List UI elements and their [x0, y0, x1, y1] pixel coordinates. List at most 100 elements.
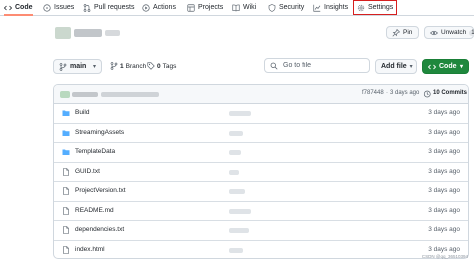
- unwatch-button[interactable]: Unwatch 1: [424, 26, 474, 39]
- pin-label: Pin: [403, 29, 413, 36]
- file-commit-message[interactable]: [229, 208, 251, 214]
- play-circle-icon: [142, 3, 150, 12]
- file-name-link[interactable]: ProjectVersion.txt: [75, 187, 126, 194]
- file-row[interactable]: StreamingAssets 3 days ago: [54, 124, 468, 143]
- file-icon: [62, 226, 70, 234]
- gear-icon: [357, 4, 365, 12]
- file-row[interactable]: README.md 3 days ago: [54, 202, 468, 221]
- code-icon: [4, 4, 12, 12]
- file-commit-date: 3 days ago: [428, 167, 460, 175]
- go-to-file-search[interactable]: [264, 58, 370, 73]
- folder-icon: [62, 129, 70, 137]
- chevron-down-icon: ▾: [459, 64, 463, 70]
- commit-dot: ·: [386, 90, 388, 96]
- tag-icon: [147, 62, 155, 70]
- file-name-link[interactable]: Build: [75, 109, 89, 116]
- chevron-down-icon: ▾: [92, 64, 96, 70]
- issue-icon: [43, 3, 51, 12]
- file-row[interactable]: ProjectVersion.txt 3 days ago: [54, 182, 468, 202]
- tab-security[interactable]: Security: [268, 0, 304, 15]
- file-name-link[interactable]: GUID.txt: [75, 168, 100, 175]
- graph-icon: [313, 4, 321, 12]
- git-branch-icon: [110, 62, 118, 70]
- book-icon: [232, 4, 240, 12]
- tab-wiki[interactable]: Wiki: [232, 0, 256, 15]
- file-commit-message[interactable]: [229, 247, 243, 253]
- tab-settings[interactable]: Settings: [352, 0, 398, 15]
- file-list: Build 3 days ago StreamingAssets 3 days ago…: [54, 104, 468, 259]
- repo-nav: Code Issues Pull requests Actions Projec…: [0, 0, 474, 16]
- tab-issues-label: Issues: [54, 4, 75, 11]
- file-commit-message[interactable]: [229, 228, 249, 233]
- file-row[interactable]: dependencies.txt 3 days ago: [54, 221, 468, 241]
- file-name-link[interactable]: TemplateData: [75, 148, 115, 155]
- file-commit-message[interactable]: [229, 169, 239, 175]
- branch-count: 1: [120, 62, 124, 70]
- file-commit-date: 3 days ago: [428, 128, 460, 136]
- tab-pull-requests[interactable]: Pull requests: [83, 0, 134, 15]
- file-name-link[interactable]: README.md: [75, 207, 114, 214]
- branches-link[interactable]: 1 Branch: [110, 62, 146, 70]
- go-to-file-input[interactable]: [283, 62, 363, 69]
- file-row[interactable]: TemplateData 3 days ago: [54, 143, 468, 163]
- eye-icon: [430, 29, 438, 37]
- file-commit-date: 3 days ago: [428, 148, 460, 155]
- file-commit-date: 3 days ago: [428, 245, 460, 253]
- commit-time: 3 days ago: [390, 90, 420, 96]
- code-button[interactable]: Code ▾: [422, 59, 469, 74]
- file-name-link[interactable]: dependencies.txt: [75, 226, 124, 233]
- code-button-label: Code: [439, 63, 457, 70]
- tab-insights-label: Insights: [324, 4, 349, 11]
- branch-selector[interactable]: main ▾: [53, 59, 102, 74]
- commit-hash[interactable]: f787448: [362, 90, 384, 96]
- tab-security-label: Security: [279, 4, 305, 11]
- add-file-button[interactable]: Add file ▾: [375, 59, 417, 74]
- chevron-down-icon: ▾: [409, 64, 413, 70]
- pin-icon: [392, 28, 400, 37]
- file-name-link[interactable]: StreamingAssets: [75, 129, 124, 136]
- latest-commit-header: f787448 · 3 days ago 10 Commits: [54, 85, 468, 104]
- pin-button[interactable]: Pin: [386, 26, 419, 39]
- tab-actions-label: Actions: [153, 4, 176, 11]
- file-name-link[interactable]: index.html: [75, 246, 105, 253]
- shield-icon: [268, 3, 276, 12]
- add-file-label: Add file: [381, 63, 407, 70]
- file-row[interactable]: index.html 3 days ago: [54, 241, 468, 259]
- file-commit-date: 3 days ago: [428, 187, 460, 194]
- commit-author-name: [72, 92, 98, 97]
- tab-projects-label: Projects: [198, 4, 224, 11]
- git-branch-icon: [59, 62, 67, 71]
- folder-icon: [62, 109, 70, 117]
- watermark: CSDN @qq_36510394: [421, 254, 468, 259]
- file-icon: [62, 245, 70, 254]
- commit-message[interactable]: [101, 92, 159, 97]
- file-commit-date: 3 days ago: [428, 109, 460, 116]
- history-icon: [423, 90, 431, 98]
- tags-link[interactable]: 0 Tags: [147, 62, 176, 70]
- file-icon: [62, 187, 70, 195]
- table-icon: [187, 3, 195, 12]
- commit-count[interactable]: 10 Commits: [433, 90, 467, 96]
- unwatch-label: Unwatch: [441, 29, 467, 36]
- folder-icon: [62, 148, 70, 156]
- file-row[interactable]: GUID.txt 3 days ago: [54, 163, 468, 182]
- search-icon: [270, 62, 278, 70]
- file-commit-date: 3 days ago: [428, 206, 460, 214]
- file-commit-message[interactable]: [229, 150, 241, 155]
- repo-name[interactable]: [74, 29, 102, 37]
- branch-name: main: [70, 63, 87, 70]
- file-commit-message[interactable]: [229, 189, 245, 194]
- file-icon: [62, 167, 70, 176]
- file-commit-message[interactable]: [229, 111, 251, 116]
- tab-code-label: Code: [15, 4, 33, 11]
- tab-actions[interactable]: Actions: [142, 0, 176, 15]
- file-row[interactable]: Build 3 days ago: [54, 104, 468, 124]
- tab-code[interactable]: Code: [4, 0, 33, 16]
- pull-request-icon: [83, 3, 91, 12]
- repo-visibility-badge: [105, 30, 120, 36]
- file-commit-message[interactable]: [229, 130, 243, 136]
- tab-insights[interactable]: Insights: [313, 0, 348, 15]
- tab-projects[interactable]: Projects: [187, 0, 223, 15]
- tab-issues[interactable]: Issues: [43, 0, 74, 15]
- tag-count: 0: [157, 62, 161, 70]
